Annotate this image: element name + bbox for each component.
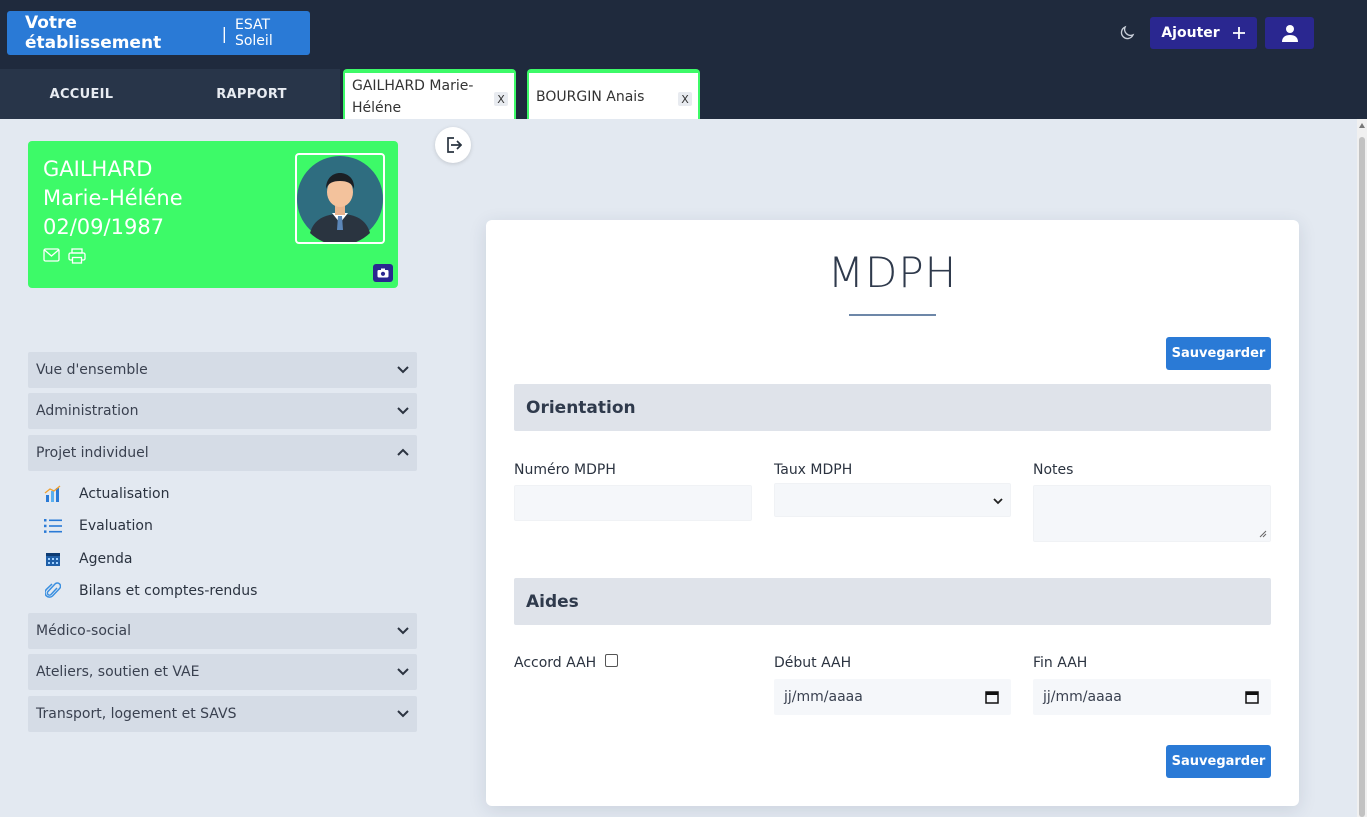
record-tab-label: BOURGIN Anais bbox=[536, 89, 645, 105]
section-aides: Aides bbox=[514, 578, 1271, 625]
chevron-down-icon bbox=[397, 710, 409, 718]
sidebar-item-medico-social[interactable]: Médico-social bbox=[28, 613, 417, 649]
chevron-down-icon bbox=[397, 627, 409, 635]
add-button[interactable]: Ajouter bbox=[1150, 17, 1257, 49]
tab-rapport[interactable]: RAPPORT bbox=[163, 69, 340, 119]
close-tab-button[interactable]: X bbox=[678, 92, 692, 106]
user-icon bbox=[1281, 25, 1298, 42]
chevron-down-icon bbox=[397, 668, 409, 676]
accord-aah-label: Accord AAH bbox=[514, 655, 597, 671]
sidebar-item-label: Projet individuel bbox=[36, 445, 149, 461]
moon-icon[interactable] bbox=[1118, 24, 1136, 42]
brand-separator: | bbox=[221, 23, 227, 43]
sidebar-item-label: Transport, logement et SAVS bbox=[36, 706, 237, 722]
print-icon[interactable] bbox=[68, 248, 86, 264]
exit-record-button[interactable] bbox=[435, 127, 471, 163]
numero-mdph-label: Numéro MDPH bbox=[514, 462, 616, 478]
tab-label: RAPPORT bbox=[216, 86, 287, 102]
notes-label: Notes bbox=[1033, 462, 1074, 478]
numero-mdph-input[interactable] bbox=[514, 485, 752, 521]
close-tab-button[interactable]: X bbox=[494, 92, 508, 106]
chart-icon bbox=[44, 485, 62, 503]
establishment-switcher[interactable]: Votre établissement | ESAT Soleil bbox=[7, 11, 310, 55]
save-button-bottom[interactable]: Sauvegarder bbox=[1166, 745, 1271, 778]
sidebar-item-label: Ateliers, soutien et VAE bbox=[36, 664, 200, 680]
title-divider bbox=[849, 314, 936, 316]
calendar-icon[interactable] bbox=[1245, 690, 1259, 704]
accord-aah-checkbox[interactable] bbox=[605, 654, 618, 667]
chevron-down-icon bbox=[397, 366, 409, 374]
tab-label: ACCUEIL bbox=[49, 86, 114, 102]
chevron-down-icon bbox=[397, 407, 409, 415]
sidebar-subitem-label: Evaluation bbox=[79, 518, 153, 534]
calendar-icon bbox=[44, 550, 62, 568]
scroll-up-arrow-icon[interactable] bbox=[1359, 123, 1365, 128]
scrollbar-thumb[interactable] bbox=[1359, 137, 1365, 817]
resize-handle-icon[interactable] bbox=[1259, 530, 1267, 538]
sidebar-subitem-label: Agenda bbox=[79, 551, 133, 567]
fin-aah-placeholder: jj/mm/aaaa bbox=[1043, 689, 1122, 705]
save-button-top[interactable]: Sauvegarder bbox=[1166, 337, 1271, 370]
avatar bbox=[295, 153, 385, 244]
taux-mdph-select[interactable] bbox=[774, 483, 1011, 517]
profile-actions bbox=[43, 248, 86, 264]
fin-aah-input[interactable]: jj/mm/aaaa bbox=[1033, 679, 1271, 715]
chevron-down-icon bbox=[993, 498, 1003, 505]
profile-card: GAILHARD Marie-Héléne 02/09/1987 bbox=[28, 141, 398, 288]
sidebar-subitem-actualisation[interactable]: Actualisation bbox=[44, 483, 169, 505]
sidebar-subitem-evaluation[interactable]: Evaluation bbox=[44, 515, 153, 537]
paperclip-icon bbox=[44, 582, 62, 600]
sidebar-item-vue-ensemble[interactable]: Vue d'ensemble bbox=[28, 352, 417, 388]
sidebar-item-ateliers[interactable]: Ateliers, soutien et VAE bbox=[28, 654, 417, 690]
list-icon bbox=[44, 517, 62, 535]
sidebar-item-label: Administration bbox=[36, 403, 139, 419]
sidebar-subitem-agenda[interactable]: Agenda bbox=[44, 548, 132, 570]
page-title: MDPH bbox=[827, 248, 958, 297]
notes-textarea[interactable] bbox=[1033, 485, 1271, 542]
mdph-form-card: MDPH Sauvegarder Orientation Numéro MDPH… bbox=[486, 220, 1299, 806]
page-scrollbar[interactable] bbox=[1357, 119, 1367, 817]
sidebar-item-projet-individuel[interactable]: Projet individuel bbox=[28, 435, 417, 471]
fin-aah-label: Fin AAH bbox=[1033, 655, 1088, 671]
debut-aah-placeholder: jj/mm/aaaa bbox=[784, 689, 863, 705]
add-button-label: Ajouter bbox=[1161, 25, 1220, 41]
user-menu-button[interactable] bbox=[1265, 17, 1314, 49]
calendar-icon[interactable] bbox=[985, 690, 999, 704]
debut-aah-input[interactable]: jj/mm/aaaa bbox=[774, 679, 1011, 715]
logout-icon bbox=[447, 137, 462, 153]
sidebar-item-transport[interactable]: Transport, logement et SAVS bbox=[28, 696, 417, 732]
record-tab-label-line2: Héléne bbox=[352, 100, 402, 116]
sidebar-subitem-bilans[interactable]: Bilans et comptes-rendus bbox=[44, 580, 257, 602]
profile-identity: GAILHARD Marie-Héléne 02/09/1987 bbox=[43, 155, 183, 242]
sidebar-subitem-label: Bilans et comptes-rendus bbox=[79, 583, 258, 599]
chevron-up-icon bbox=[397, 448, 409, 456]
sidebar-subitem-label: Actualisation bbox=[79, 486, 170, 502]
record-tab-label-line1: GAILHARD Marie- bbox=[352, 78, 474, 94]
debut-aah-label: Début AAH bbox=[774, 655, 852, 671]
sidebar-item-label: Vue d'ensemble bbox=[36, 362, 148, 378]
camera-icon[interactable] bbox=[373, 264, 393, 282]
record-tab-bourgin[interactable]: BOURGIN Anais X bbox=[527, 69, 700, 119]
mail-icon[interactable] bbox=[43, 248, 60, 262]
sidebar-item-label: Médico-social bbox=[36, 623, 131, 639]
profile-first-name: Marie-Héléne bbox=[43, 186, 183, 210]
establishment-name: ESAT Soleil bbox=[234, 17, 273, 49]
profile-last-name: GAILHARD bbox=[43, 157, 153, 181]
taux-mdph-label: Taux MDPH bbox=[774, 462, 853, 478]
plus-icon bbox=[1232, 27, 1245, 39]
record-tab-gailhard[interactable]: GAILHARD Marie- Héléne X bbox=[343, 69, 516, 119]
sidebar-item-administration[interactable]: Administration bbox=[28, 393, 417, 429]
profile-birth-date: 02/09/1987 bbox=[43, 215, 165, 239]
section-orientation: Orientation bbox=[514, 384, 1271, 431]
tab-accueil[interactable]: ACCUEIL bbox=[0, 69, 163, 119]
brand-name: Votre établissement bbox=[25, 13, 162, 53]
